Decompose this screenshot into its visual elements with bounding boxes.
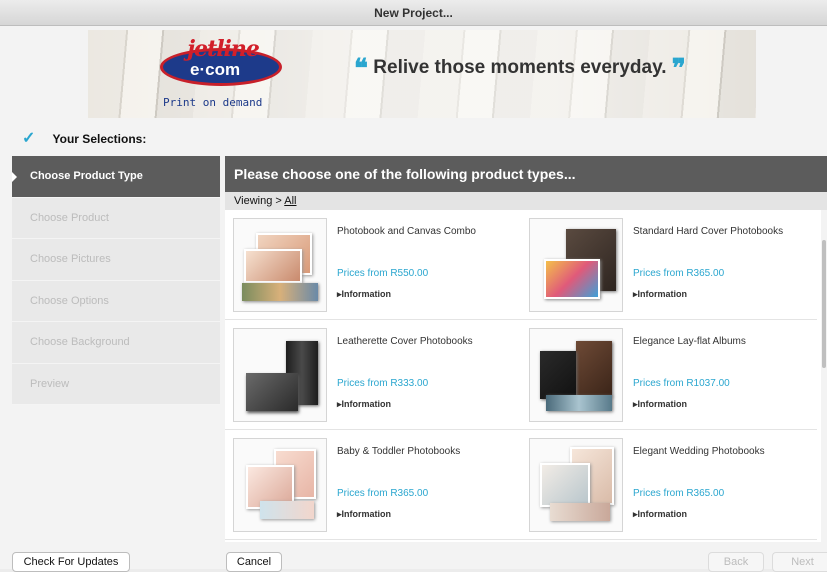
product-thumbnail [529,218,623,312]
breadcrumb-prefix: Viewing > [234,195,285,207]
banner-quote: ❝ Relive those moments everyday. ❞ [354,54,686,84]
banner: jetline e·com Print on demand ❝ Relive t… [88,30,756,118]
panel-header: Please choose one of the following produ… [225,156,827,192]
product-info-link[interactable]: ▸Information [633,509,687,520]
step-choose-options: Choose Options [12,281,220,322]
back-button[interactable]: Back [708,552,764,572]
step-choose-product-type[interactable]: Choose Product Type [12,156,220,198]
product-card[interactable]: Standard Hard Cover Photobooks Prices fr… [521,210,817,320]
product-price: Prices from R1037.00 [633,378,730,389]
product-name: Standard Hard Cover Photobooks [633,226,784,237]
step-preview: Preview [12,364,220,405]
quote-close-icon: ❞ [671,54,686,84]
product-grid: Photobook and Canvas Combo Prices from R… [225,210,821,542]
product-card[interactable]: Photobook and Canvas Combo Prices from R… [225,210,521,320]
product-panel: Please choose one of the following produ… [225,156,827,542]
product-price: Prices from R333.00 [337,378,429,389]
main-window: jetline e·com Print on demand ❝ Relive t… [0,26,827,572]
product-info-link[interactable]: ▸Information [337,289,391,300]
product-name: Leatherette Cover Photobooks [337,336,473,347]
step-choose-background: Choose Background [12,322,220,364]
next-button[interactable]: Next [772,552,827,572]
product-thumbnail [233,438,327,532]
product-name: Photobook and Canvas Combo [337,226,476,237]
your-selections: ✓ Your Selections: [22,128,146,148]
product-name: Elegance Lay-flat Albums [633,336,746,347]
checkmark-icon: ✓ [22,130,36,147]
product-scrollbar[interactable] [821,210,827,542]
product-price: Prices from R365.00 [337,488,429,499]
product-thumbnail [529,328,623,422]
quote-open-icon: ❝ [354,54,368,84]
logo-text-top: jetline [187,36,260,62]
product-price: Prices from R365.00 [633,488,725,499]
product-thumbnail [233,328,327,422]
product-card[interactable]: Elegance Lay-flat Albums Prices from R10… [521,320,817,430]
product-info-link[interactable]: ▸Information [633,399,687,410]
breadcrumb: Viewing > All [225,192,827,210]
window-title: New Project... [0,0,827,26]
product-card[interactable]: Leatherette Cover Photobooks Prices from… [225,320,521,430]
logo-text-bottom: e·com [190,60,241,79]
product-info-link[interactable]: ▸Information [337,399,391,410]
product-card[interactable]: Elegant Wedding Photobooks Prices from R… [521,430,817,540]
scrollbar-thumb[interactable] [822,240,826,368]
selections-label: Your Selections: [52,132,147,146]
product-info-link[interactable]: ▸Information [337,509,391,520]
logo-tagline: Print on demand [163,96,263,109]
quote-text: Relive those moments everyday. [373,57,667,78]
product-thumbnail [529,438,623,532]
step-choose-pictures: Choose Pictures [12,239,220,281]
product-price: Prices from R550.00 [337,268,429,279]
jetline-logo: jetline e·com [160,36,282,94]
cancel-button[interactable]: Cancel [226,552,282,572]
breadcrumb-all-link[interactable]: All [284,195,296,207]
step-choose-product: Choose Product [12,198,220,239]
product-thumbnail [233,218,327,312]
product-info-link[interactable]: ▸Information [633,289,687,300]
product-price: Prices from R365.00 [633,268,725,279]
wizard-steps: Choose Product Type Choose Product Choos… [12,156,220,405]
check-for-updates-button[interactable]: Check For Updates [12,552,130,572]
product-name: Baby & Toddler Photobooks [337,446,461,457]
product-name: Elegant Wedding Photobooks [633,446,765,457]
product-card[interactable]: Baby & Toddler Photobooks Prices from R3… [225,430,521,540]
